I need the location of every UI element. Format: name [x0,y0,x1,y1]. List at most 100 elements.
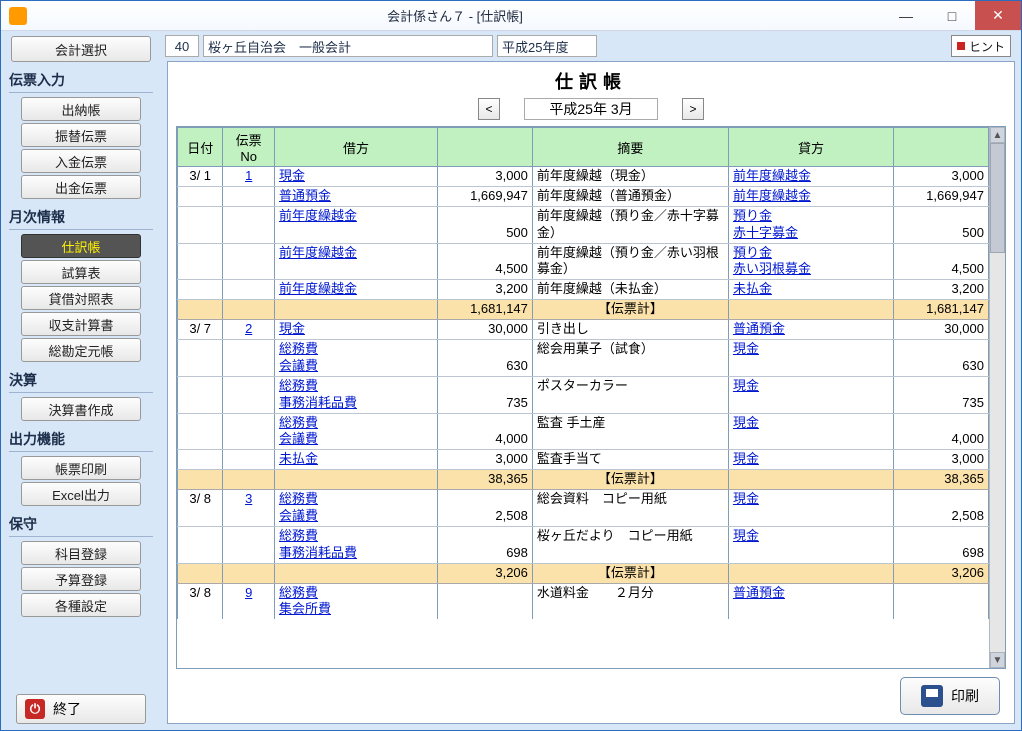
table-row: 3/ 11現金3,000前年度繰越（現金）前年度繰越金3,000 [178,167,989,187]
page-title: 仕訳帳 [168,68,1014,94]
col-credit-amt [894,128,989,167]
nav-income-statement[interactable]: 収支計算書 [21,312,141,336]
col-debit-amt [437,128,532,167]
nav-budget-register[interactable]: 予算登録 [21,567,141,591]
hint-button[interactable]: ヒント [951,35,1011,57]
nav-trial-balance[interactable]: 試算表 [21,260,141,284]
account-link[interactable]: 前年度繰越金 [279,208,357,223]
account-link[interactable]: 普通預金 [279,188,331,203]
col-summary: 摘要 [532,128,728,167]
org-code: 40 [165,35,199,57]
account-link[interactable]: 未払金 [279,451,318,466]
account-link[interactable]: 総務費事務消耗品費 [279,528,357,560]
account-link[interactable]: 総務費事務消耗品費 [279,378,357,410]
journal-table: 日付 伝票No 借方 摘要 貸方 3/ 11現金3,000前年度繰越（現金）前年… [177,127,989,619]
exit-label: 終了 [53,699,81,719]
account-link[interactable]: 普通預金 [733,585,785,600]
col-credit: 貸方 [728,128,893,167]
col-debit: 借方 [274,128,437,167]
nav-transfer-slip[interactable]: 振替伝票 [21,123,141,147]
account-link[interactable]: 総務費集会所費 [279,585,331,617]
nav-journal[interactable]: 仕訳帳 [21,234,141,258]
info-bar: 40 桜ヶ丘自治会 一般会計 平成25年度 ヒント [161,31,1021,61]
nav-balance-sheet[interactable]: 貸借対照表 [21,286,141,310]
nav-settings[interactable]: 各種設定 [21,593,141,617]
app-icon [9,7,27,25]
account-link[interactable]: 総務費会議費 [279,491,318,523]
exit-button[interactable]: ⏻ 終了 [16,694,146,724]
nav-cashbook[interactable]: 出納帳 [21,97,141,121]
vertical-scrollbar[interactable]: ▲ ▼ [989,127,1005,668]
slip-link[interactable]: 1 [245,168,252,183]
nav-print-forms[interactable]: 帳票印刷 [21,456,141,480]
table-row: 総務費事務消耗品費698桜ヶ丘だより コピー用紙現金698 [178,526,989,563]
account-link[interactable]: 現金 [733,491,759,506]
account-link[interactable]: 現金 [733,451,759,466]
title-bar: 会計係さん７ - [仕訳帳] — □ ✕ [1,1,1021,31]
account-link[interactable]: 未払金 [733,281,772,296]
nav-general-ledger[interactable]: 総勘定元帳 [21,338,141,362]
account-link[interactable]: 預り金赤い羽根募金 [733,245,811,277]
journal-table-wrap: 日付 伝票No 借方 摘要 貸方 3/ 11現金3,000前年度繰越（現金）前年… [176,126,1006,669]
account-link[interactable]: 前年度繰越金 [279,245,357,260]
section-slip-input: 伝票入力 [9,70,153,93]
table-row: 3/ 72現金30,000引き出し普通預金30,000 [178,320,989,340]
account-link[interactable]: 現金 [733,415,759,430]
power-icon: ⏻ [25,699,45,719]
slip-link[interactable]: 3 [245,491,252,506]
account-link[interactable]: 預り金赤十字募金 [733,208,798,240]
account-link[interactable]: 前年度繰越金 [733,188,811,203]
table-row: 前年度繰越金3,200前年度繰越（未払金）未払金3,200 [178,280,989,300]
account-link[interactable]: 現金 [279,168,305,183]
account-link[interactable]: 前年度繰越金 [279,281,357,296]
section-output: 出力機能 [9,429,153,452]
section-monthly: 月次情報 [9,207,153,230]
table-row: 前年度繰越金500前年度繰越（預り金／赤十字募金）預り金赤十字募金500 [178,206,989,243]
account-link[interactable]: 現金 [733,378,759,393]
account-link[interactable]: 現金 [279,321,305,336]
account-link[interactable]: 総務費会議費 [279,341,318,373]
org-name: 桜ヶ丘自治会 一般会計 [203,35,493,57]
account-link[interactable]: 前年度繰越金 [733,168,811,183]
table-row: 総務費会議費630総会用菓子（試食）現金630 [178,340,989,377]
nav-closing-report[interactable]: 決算書作成 [21,397,141,421]
col-date: 日付 [178,128,223,167]
account-link[interactable]: 現金 [733,341,759,356]
account-link[interactable]: 現金 [733,528,759,543]
period-display: 平成25年 3月 [524,98,658,120]
section-maint: 保守 [9,514,153,537]
close-button[interactable]: ✕ [975,1,1021,30]
table-row: 3/ 83総務費会議費2,508総会資料 コピー用紙現金2,508 [178,490,989,527]
print-button[interactable]: 印刷 [900,677,1000,715]
table-row: 普通預金1,669,947前年度繰越（普通預金）前年度繰越金1,669,947 [178,186,989,206]
accounting-select-button[interactable]: 会計選択 [11,36,151,62]
nav-account-register[interactable]: 科目登録 [21,541,141,565]
maximize-button[interactable]: □ [929,1,975,30]
slip-link[interactable]: 2 [245,321,252,336]
nav-receipt-slip[interactable]: 入金伝票 [21,149,141,173]
nav-excel-export[interactable]: Excel出力 [21,482,141,506]
minimize-button[interactable]: — [883,1,929,30]
scroll-up-arrow[interactable]: ▲ [990,127,1005,143]
window-title: 会計係さん７ - [仕訳帳] [27,6,883,25]
account-link[interactable]: 総務費会議費 [279,415,318,447]
table-row: 38,365【伝票計】38,365 [178,470,989,490]
fiscal-year: 平成25年度 [497,35,597,57]
table-row: 未払金3,000監査手当て現金3,000 [178,450,989,470]
scroll-thumb[interactable] [990,143,1005,253]
prev-month-button[interactable]: < [478,98,500,120]
table-row: 前年度繰越金4,500前年度繰越（預り金／赤い羽根募金）預り金赤い羽根募金4,5… [178,243,989,280]
next-month-button[interactable]: > [682,98,704,120]
printer-icon [921,685,943,707]
nav-payment-slip[interactable]: 出金伝票 [21,175,141,199]
sidebar: 会計選択 伝票入力 出納帳 振替伝票 入金伝票 出金伝票 月次情報 仕訳帳 試算… [1,31,161,730]
col-slip-no: 伝票No [223,128,275,167]
table-row: 総務費会議費4,000監査 手土産現金4,000 [178,413,989,450]
scroll-down-arrow[interactable]: ▼ [990,652,1005,668]
slip-link[interactable]: 9 [245,585,252,600]
table-row: 1,681,147【伝票計】1,681,147 [178,300,989,320]
account-link[interactable]: 普通預金 [733,321,785,336]
section-closing: 決算 [9,370,153,393]
table-row: 3/ 89総務費集会所費水道料金 ２月分普通預金 [178,583,989,619]
table-row: 総務費事務消耗品費735ポスターカラー現金735 [178,376,989,413]
